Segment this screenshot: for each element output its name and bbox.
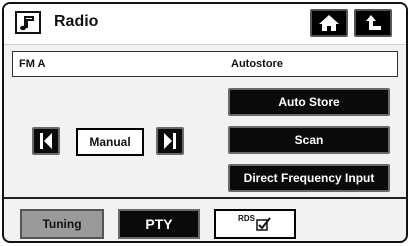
direct-frequency-label: Direct Frequency Input (243, 171, 375, 185)
tune-next-button[interactable] (156, 127, 184, 155)
back-arrow-icon (366, 15, 381, 30)
tab-rds-label: RDS (238, 213, 255, 223)
back-button[interactable] (354, 9, 392, 37)
music-note-icon (15, 11, 41, 34)
auto-store-label: Auto Store (278, 95, 340, 109)
skip-previous-icon (40, 133, 52, 149)
checkmark-icon (256, 217, 271, 231)
tab-divider (4, 197, 406, 199)
page-title: Radio (54, 13, 99, 30)
tab-rds[interactable]: RDS (214, 209, 296, 239)
scan-button[interactable]: Scan (228, 126, 390, 154)
manual-button[interactable]: Manual (76, 128, 144, 156)
station-info-bar: FM A Autostore (12, 51, 398, 77)
home-button[interactable] (310, 9, 348, 37)
home-icon (319, 15, 339, 31)
tab-tuning-label: Tuning (42, 217, 82, 231)
manual-label: Manual (89, 135, 131, 149)
skip-next-icon (164, 133, 176, 149)
auto-store-button[interactable]: Auto Store (228, 88, 390, 116)
mode-label: Autostore (231, 58, 283, 70)
tab-tuning[interactable]: Tuning (20, 209, 104, 239)
tab-pty-label: PTY (145, 216, 173, 232)
radio-screen: Radio FM A Autostore Manual Auto Store S… (2, 2, 408, 243)
tab-pty[interactable]: PTY (118, 209, 200, 239)
direct-frequency-input-button[interactable]: Direct Frequency Input (228, 164, 390, 192)
band-label: FM A (19, 58, 46, 70)
tune-previous-button[interactable] (32, 127, 60, 155)
scan-label: Scan (294, 133, 324, 147)
title-bar: Radio (4, 4, 406, 45)
